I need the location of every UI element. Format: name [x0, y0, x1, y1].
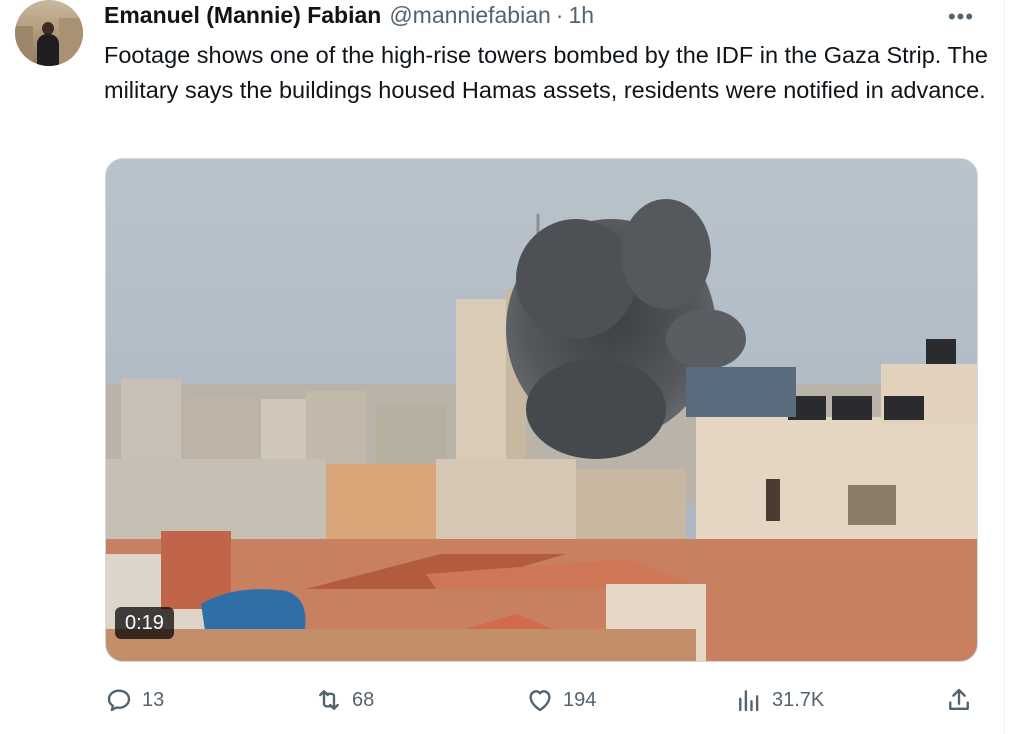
video-player[interactable]: 0:19: [105, 158, 978, 662]
retweet-count: 68: [352, 688, 375, 711]
video-duration: 0:19: [115, 607, 174, 639]
author-avatar[interactable]: [15, 0, 83, 66]
video-thumbnail: [106, 159, 977, 661]
tweet-header: Emanuel (Mannie) Fabian @manniefabian · …: [104, 2, 594, 30]
tweet-text: Footage shows one of the high-rise tower…: [104, 42, 988, 103]
header-separator: ·: [555, 2, 564, 28]
heart-icon: [529, 690, 551, 712]
reply-button[interactable]: 13: [104, 680, 164, 720]
share-icon: [949, 688, 969, 710]
more-dots-icon[interactable]: •••: [944, 0, 978, 34]
views-count: 31.7K: [772, 688, 825, 711]
tweet-actions: 13 68 194 31.7K: [104, 680, 976, 720]
avatar-person: [37, 22, 59, 66]
views-button[interactable]: 31.7K: [734, 680, 824, 720]
retweet-icon: [319, 690, 339, 710]
reply-icon: [107, 689, 131, 712]
tweet-timestamp[interactable]: 1h: [568, 2, 594, 29]
views-chart-icon: [739, 690, 759, 712]
retweet-button[interactable]: 68: [314, 680, 374, 720]
column-border: [1004, 0, 1005, 734]
like-button[interactable]: 194: [525, 680, 596, 720]
author-name[interactable]: Emanuel (Mannie) Fabian: [104, 2, 381, 29]
share-button[interactable]: [944, 680, 974, 720]
author-handle[interactable]: @manniefabian: [389, 2, 550, 29]
like-count: 194: [563, 688, 597, 711]
reply-count: 13: [142, 688, 165, 711]
